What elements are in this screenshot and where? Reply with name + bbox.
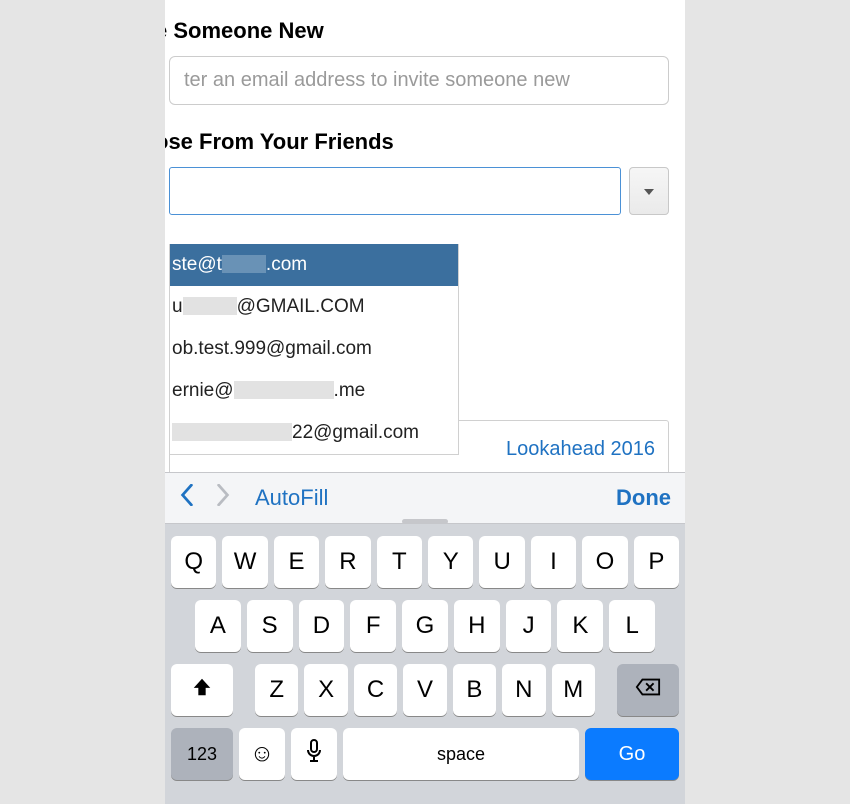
key-k[interactable]: K [557,600,603,652]
redacted-segment [222,255,266,273]
friends-combobox-toggle[interactable] [629,167,669,215]
key-a[interactable]: A [195,600,241,652]
backspace-key[interactable] [617,664,679,716]
go-key[interactable]: Go [585,728,679,780]
form-next-button[interactable] [215,484,231,512]
key-w[interactable]: W [222,536,267,588]
dictation-key[interactable] [291,728,337,780]
key-m[interactable]: M [552,664,595,716]
key-r[interactable]: R [325,536,370,588]
shift-key[interactable] [171,664,233,716]
friends-combobox [169,167,669,215]
chevron-down-icon [644,182,654,200]
key-x[interactable]: X [304,664,347,716]
friends-section: ose From Your Friends [165,129,669,215]
keyboard-accessory-bar: AutoFill Done [165,472,685,524]
backspace-icon [635,676,661,704]
key-d[interactable]: D [299,600,345,652]
lookahead-link[interactable]: Lookahead 2016 [506,438,655,461]
key-o[interactable]: O [582,536,627,588]
page-content: e Someone New ter an email address to in… [165,0,685,472]
invite-heading: e Someone New [165,18,669,44]
friends-combobox-input[interactable] [169,167,621,215]
key-b[interactable]: B [453,664,496,716]
key-n[interactable]: N [502,664,545,716]
redacted-segment [172,423,292,441]
key-v[interactable]: V [403,664,446,716]
form-prev-button[interactable] [179,484,195,512]
key-c[interactable]: C [354,664,397,716]
dropdown-item[interactable]: ob.test.999@gmail.com [170,328,458,370]
key-u[interactable]: U [479,536,524,588]
autofill-button[interactable]: AutoFill [255,485,328,511]
key-s[interactable]: S [247,600,293,652]
chevron-left-icon [179,484,195,506]
keyboard: AutoFill Done QWERTYUIOP ASDFGHJKL ZXCVB… [165,472,685,804]
invite-email-input[interactable]: ter an email address to invite someone n… [169,56,669,105]
phone-viewport: e Someone New ter an email address to in… [165,0,685,804]
redacted-segment [234,381,334,399]
key-i[interactable]: I [531,536,576,588]
numbers-key[interactable]: 123 [171,728,233,780]
friends-heading: ose From Your Friends [165,129,669,155]
key-e[interactable]: E [274,536,319,588]
emoji-icon: ☺ [250,740,275,768]
dropdown-item[interactable]: ernie@.me [170,370,458,412]
shift-icon [191,676,213,705]
key-j[interactable]: J [506,600,552,652]
keyboard-handle [402,519,448,524]
key-g[interactable]: G [402,600,448,652]
dropdown-item[interactable]: ste@t.com [170,244,458,286]
key-z[interactable]: Z [255,664,298,716]
key-l[interactable]: L [609,600,655,652]
chevron-right-icon [215,484,231,506]
friends-dropdown: ste@t.comu@GMAIL.COMob.test.999@gmail.co… [169,244,459,455]
key-p[interactable]: P [634,536,679,588]
key-y[interactable]: Y [428,536,473,588]
key-t[interactable]: T [377,536,422,588]
space-key[interactable]: space [343,728,579,780]
dropdown-item[interactable]: 22@gmail.com [170,412,458,454]
keyboard-keys: QWERTYUIOP ASDFGHJKL ZXCVBNM 123 [165,524,685,800]
redacted-segment [183,297,237,315]
key-f[interactable]: F [350,600,396,652]
key-q[interactable]: Q [171,536,216,588]
key-h[interactable]: H [454,600,500,652]
emoji-key[interactable]: ☺ [239,728,285,780]
done-button[interactable]: Done [616,485,671,511]
dropdown-item[interactable]: u@GMAIL.COM [170,286,458,328]
microphone-icon [305,739,323,770]
